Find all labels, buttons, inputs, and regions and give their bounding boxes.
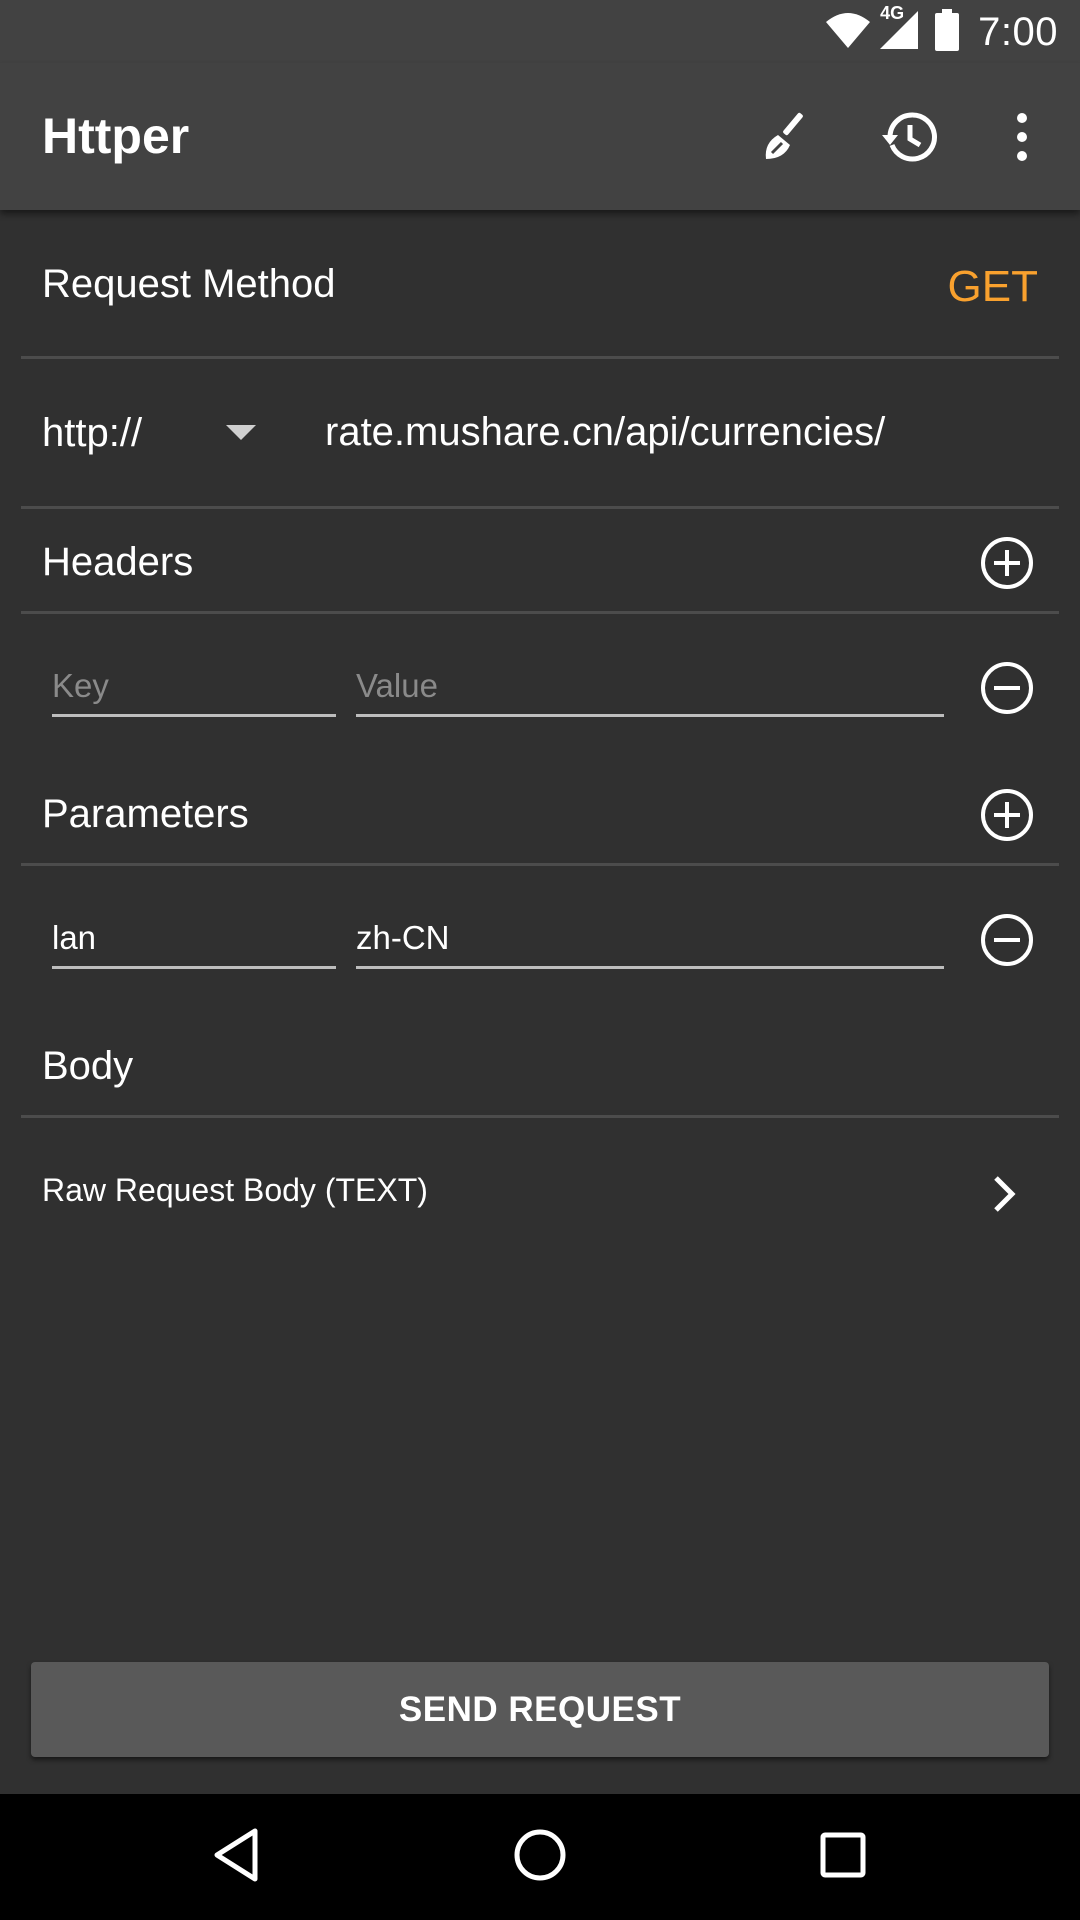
clock: 7:00: [978, 9, 1058, 54]
battery-icon: [934, 8, 960, 56]
more-options-button[interactable]: [982, 99, 1062, 179]
divider: [21, 1115, 1059, 1118]
parameter-key-field[interactable]: lan: [52, 913, 336, 969]
divider: [21, 356, 1059, 359]
back-triangle-icon: [211, 1827, 261, 1888]
body-title: Body: [42, 1044, 134, 1088]
divider: [21, 611, 1059, 614]
history-button[interactable]: [870, 99, 950, 179]
raw-body-label: Raw Request Body (TEXT): [42, 1172, 428, 1208]
recents-square-icon: [818, 1830, 868, 1885]
send-request-button[interactable]: SEND REQUEST: [31, 1662, 1049, 1757]
back-button[interactable]: [196, 1817, 276, 1897]
parameter-value-value: zh-CN: [356, 919, 450, 956]
header-key-placeholder: Key: [52, 667, 109, 704]
parameter-value-field[interactable]: zh-CN: [356, 913, 944, 969]
parameters-title: Parameters: [42, 792, 249, 836]
raw-body-option[interactable]: Raw Request Body (TEXT): [0, 1150, 1080, 1240]
header-value-placeholder: Value: [356, 667, 438, 704]
chevron-right-icon: [990, 1172, 1020, 1221]
history-icon: [880, 107, 940, 172]
remove-header-button[interactable]: [979, 660, 1035, 716]
dropdown-arrow-icon: [226, 425, 256, 446]
add-parameter-button[interactable]: [979, 787, 1035, 843]
clear-button[interactable]: [744, 99, 824, 179]
add-circle-icon: [979, 537, 1035, 595]
remove-parameter-button[interactable]: [979, 912, 1035, 968]
recents-button[interactable]: [803, 1817, 883, 1897]
status-bar: 4G 7:00: [0, 0, 1080, 63]
home-button[interactable]: [500, 1817, 580, 1897]
url-input[interactable]: rate.mushare.cn/api/currencies/: [325, 410, 1045, 455]
request-method-value[interactable]: GET: [948, 262, 1038, 312]
header-value-field[interactable]: Value: [356, 661, 944, 717]
headers-title: Headers: [42, 540, 194, 584]
add-header-button[interactable]: [979, 535, 1035, 591]
more-vert-icon: [1014, 112, 1030, 167]
app-bar: Httper: [0, 63, 1080, 210]
request-method-label: Request Method: [42, 262, 336, 306]
divider: [21, 506, 1059, 509]
scheme-value: http://: [42, 411, 143, 455]
parameter-key-value: lan: [52, 919, 97, 956]
header-key-field[interactable]: Key: [52, 661, 336, 717]
add-circle-icon: [979, 789, 1035, 847]
home-circle-icon: [512, 1827, 568, 1888]
signal-icon: 4G: [878, 3, 920, 56]
divider: [21, 863, 1059, 866]
app-title: Httper: [42, 108, 190, 164]
remove-circle-icon: [979, 662, 1035, 720]
status-icons: 4G 7:00: [824, 3, 1058, 56]
navigation-bar: [0, 1794, 1080, 1920]
scheme-dropdown[interactable]: http://: [42, 405, 272, 465]
remove-circle-icon: [979, 914, 1035, 972]
broom-icon: [756, 109, 812, 170]
network-type-label: 4G: [880, 2, 905, 23]
wifi-icon: [824, 10, 872, 55]
